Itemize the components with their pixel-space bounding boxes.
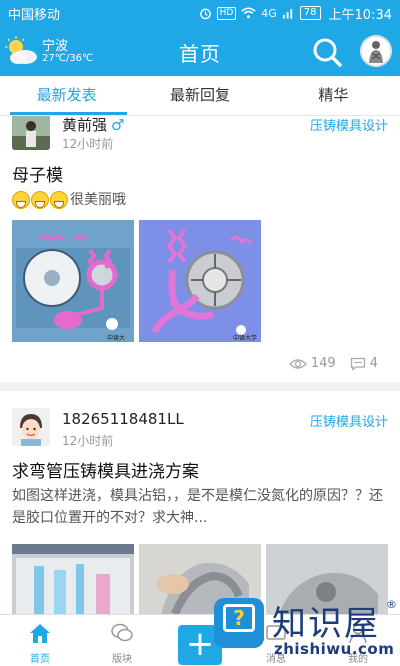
post-feed[interactable]: 黄前强 ♂ 12小时前 压铸模具设计 母子模 很美丽哦 中铸大 中铸大学 149…: [0, 116, 400, 614]
view-count-value: 149: [310, 356, 336, 371]
profile-icon: [349, 623, 367, 644]
post-excerpt-text: 很美丽哦: [70, 192, 126, 208]
svg-text:中铸大: 中铸大: [107, 334, 125, 342]
nav-home[interactable]: 首页: [10, 615, 70, 666]
clock: 上午10:34: [328, 7, 392, 23]
tab-latest-replies[interactable]: 最新回复: [133, 76, 266, 115]
post-time: 12小时前: [62, 434, 114, 448]
mold-image-2: 中铸大学: [139, 220, 261, 342]
post-title[interactable]: 求弯管压铸模具进浇方案: [12, 457, 199, 482]
comment-count[interactable]: 4: [350, 356, 378, 371]
home-icon: [30, 624, 50, 643]
nav-messages[interactable]: 消息: [246, 615, 306, 666]
post-category[interactable]: 压铸模具设计: [310, 411, 388, 430]
author-avatar[interactable]: [12, 408, 50, 446]
nav-messages-label: 消息: [266, 654, 286, 665]
mold-image-1: 中铸大: [12, 220, 134, 342]
cast-part-photo: [139, 544, 261, 614]
search-icon[interactable]: [312, 37, 342, 67]
post-image[interactable]: [139, 544, 261, 614]
avatar-figure-icon: [360, 35, 392, 67]
default-avatar-icon: [12, 408, 50, 446]
male-icon: ♂: [111, 116, 125, 134]
comment-count-value: 4: [369, 356, 378, 371]
author-name[interactable]: 黄前强 ♂: [62, 116, 124, 135]
nav-home-label: 首页: [30, 654, 50, 665]
post-image[interactable]: [266, 544, 388, 614]
tab-latest-posts[interactable]: 最新发表: [0, 76, 133, 115]
bottom-navigation: 首页 版块 + 消息 我的: [0, 614, 400, 666]
message-icon: [266, 625, 286, 640]
tab-featured[interactable]: 精华: [267, 76, 400, 115]
cast-part-photo: [266, 544, 388, 614]
nav-forums[interactable]: 版块: [92, 615, 152, 666]
nav-profile[interactable]: 我的: [328, 615, 388, 666]
feed-tabs: 最新发表 最新回复 精华: [0, 76, 400, 116]
alarm-icon: [199, 8, 211, 19]
nav-forums-label: 版块: [112, 654, 132, 665]
grin-emoji-icon: [50, 191, 68, 209]
post-time: 12小时前: [62, 137, 114, 151]
network-type: 4G: [261, 6, 277, 20]
screenshot-image: [12, 544, 134, 614]
post-image[interactable]: [12, 544, 134, 614]
post-excerpt: 很美丽哦: [12, 189, 388, 211]
wifi-icon: [241, 7, 256, 19]
grin-emoji-icon: [12, 191, 30, 209]
eye-icon: [288, 358, 307, 369]
forum-icon: [111, 623, 133, 642]
grin-emoji-group: [12, 191, 68, 209]
post-card[interactable]: 黄前强 ♂ 12小时前 压铸模具设计 母子模 很美丽哦 中铸大 中铸大学 149…: [0, 116, 400, 382]
comment-icon: [350, 357, 365, 371]
author-name[interactable]: 18265118481LL: [62, 410, 184, 428]
svg-text:中铸大学: 中铸大学: [233, 334, 257, 342]
author-avatar[interactable]: [12, 116, 50, 150]
hd-badge: HD: [216, 6, 237, 20]
avatar-photo-icon: [12, 116, 50, 150]
battery-level: 78: [299, 6, 321, 20]
post-title[interactable]: 母子模: [12, 161, 63, 186]
post-stats: 149 4: [288, 356, 378, 371]
nav-profile-label: 我的: [348, 654, 368, 665]
post-image[interactable]: 中铸大: [12, 220, 134, 342]
post-card[interactable]: 18265118481LL 12小时前 压铸模具设计 求弯管压铸模具进浇方案 如…: [0, 391, 400, 614]
post-category[interactable]: 压铸模具设计: [310, 116, 388, 134]
status-bar: 中国移动 HD 4G 78 上午10:34: [0, 0, 400, 26]
signal-icon: [282, 9, 293, 19]
post-excerpt: 如图这样进浇，模具沾铝，，是不是模仁没氮化的原因？？还是胶口位置开的不对？求大神…: [12, 488, 383, 526]
post-image[interactable]: 中铸大学: [139, 220, 261, 342]
carrier-name: 中国移动: [8, 7, 61, 23]
app-header: 宁波 27℃/36℃ 首页: [0, 26, 400, 76]
user-avatar[interactable]: [360, 35, 392, 67]
grin-emoji-icon: [31, 191, 49, 209]
view-count: 149: [288, 356, 336, 371]
new-post-button[interactable]: +: [178, 625, 222, 665]
